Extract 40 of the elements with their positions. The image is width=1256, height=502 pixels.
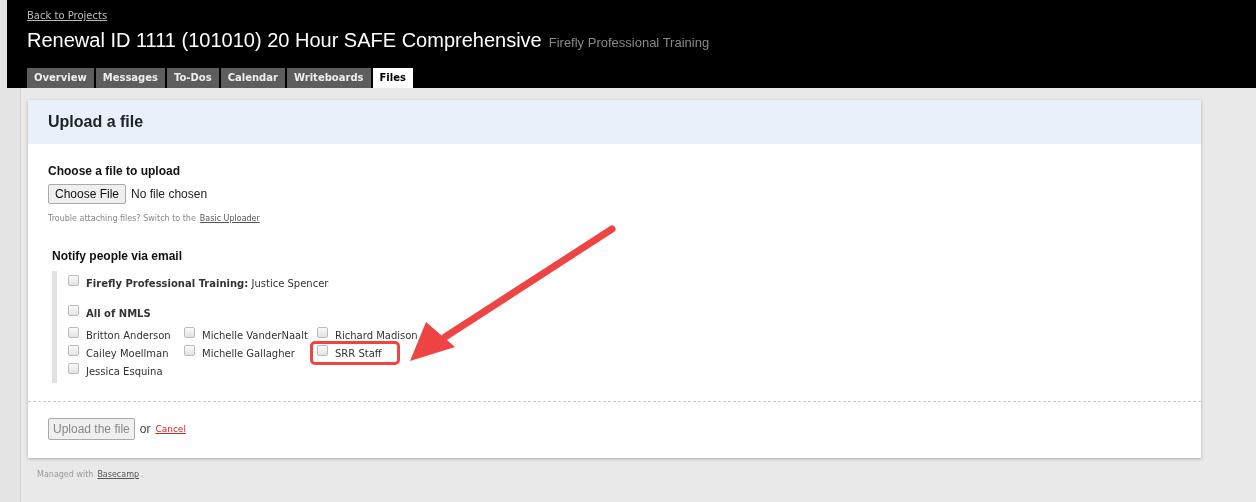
tab[interactable]: Messages (95, 68, 165, 88)
checkbox-label: Michelle Gallagher (202, 347, 295, 359)
cancel-link[interactable]: Cancel (155, 424, 186, 434)
or-text: or (139, 422, 151, 436)
tab[interactable]: To-Dos (167, 68, 219, 88)
checkbox-label: Britton Anderson (86, 329, 171, 341)
back-link[interactable]: Back to Projects (27, 10, 1256, 21)
checkbox-label: Firefly Professional Training: Justice Spencer (86, 277, 329, 289)
tab[interactable]: Overview (27, 68, 94, 88)
checkbox[interactable] (184, 326, 195, 338)
file-status: No file chosen (131, 187, 208, 201)
tab[interactable]: Writeboards (286, 68, 371, 88)
checkbox[interactable] (68, 274, 79, 286)
checkbox-label: Michelle VanderNaalt (202, 329, 308, 341)
checkbox[interactable] (317, 326, 328, 338)
company-name: Firefly Professional Training (548, 35, 710, 50)
upload-button[interactable]: Upload the file (48, 418, 135, 440)
footer-text: Managed with (37, 470, 94, 479)
section-heading: Notify people via email (52, 249, 184, 263)
help-text: Trouble attaching files? Switch to the (48, 214, 196, 223)
tab[interactable]: Files (372, 68, 413, 88)
checkbox-label: Richard Madison (335, 329, 418, 341)
tab[interactable]: Calendar (220, 68, 285, 88)
checkbox[interactable] (68, 344, 79, 356)
footer-period: . (141, 470, 144, 479)
checkbox[interactable] (68, 362, 79, 374)
section-heading: Choose a file to upload (48, 164, 181, 178)
basecamp-link[interactable]: Basecamp (97, 470, 140, 479)
checkbox-label: All of NMLS (86, 307, 151, 319)
checkbox-label: Jessica Esquina (86, 365, 163, 377)
checkbox[interactable] (184, 344, 195, 356)
project-title: Renewal ID 1111 (101010) 20 Hour SAFE Comprehensive (27, 29, 542, 52)
panel-title: Upload a file (48, 113, 144, 131)
checkbox[interactable] (317, 344, 328, 356)
checkbox[interactable] (68, 304, 79, 316)
checkbox-label: Cailey Moellman (86, 347, 169, 359)
basic-uploader-link[interactable]: Basic Uploader (199, 214, 260, 223)
choose-file-button[interactable]: Choose File (48, 184, 127, 204)
checkbox[interactable] (68, 326, 79, 338)
checkbox-label: SRR Staff (335, 347, 382, 359)
